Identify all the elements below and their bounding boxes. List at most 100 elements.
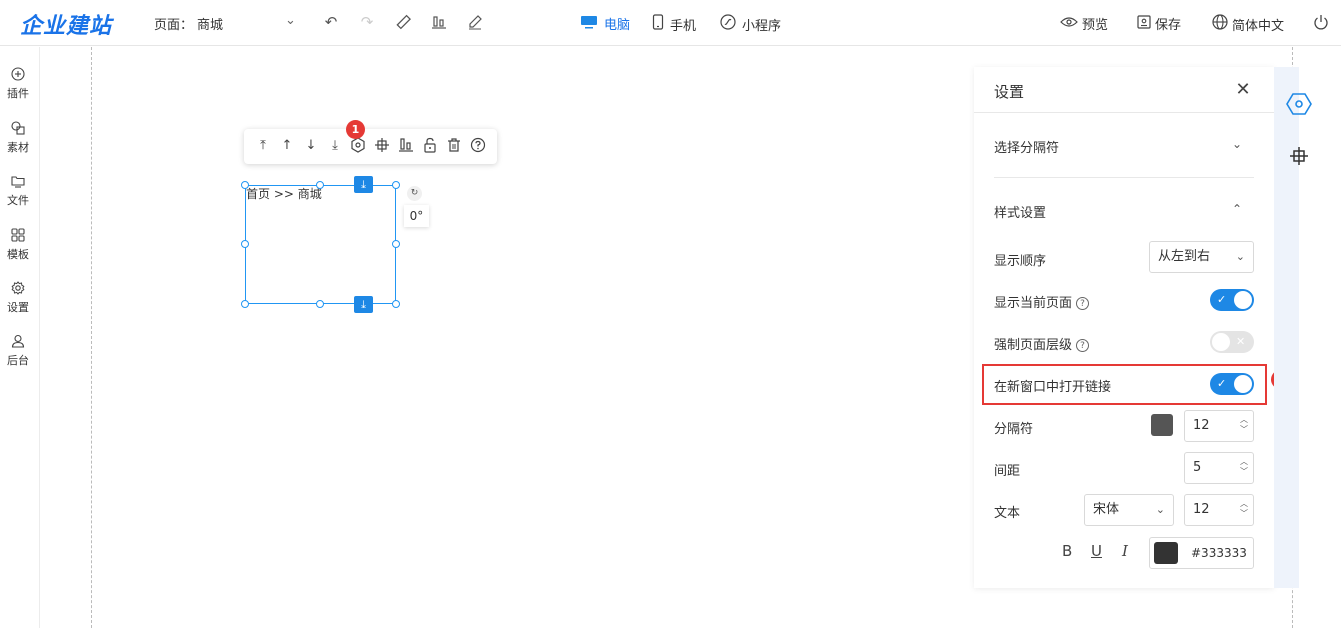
stepper-arrows-icon[interactable]: ︿ ﹀ [1240, 499, 1248, 519]
chevron-down-icon: ⌄ [1155, 503, 1165, 516]
section-style-header[interactable]: 样式设置 [994, 202, 1046, 221]
force-level-text: 强制页面层级 [994, 338, 1073, 353]
save-button[interactable]: 保存 [1137, 14, 1181, 33]
resize-handle-tr[interactable] [392, 181, 400, 189]
separator-size-stepper[interactable]: 12 ︿ ﹀ [1184, 410, 1254, 442]
sidebar-item-materials[interactable]: 素材 [0, 121, 36, 155]
section-separator-header[interactable]: 选择分隔符 [994, 137, 1059, 156]
move-top-icon[interactable]: ⤒ [254, 137, 272, 155]
user-icon [0, 334, 36, 352]
power-icon[interactable] [1311, 12, 1331, 32]
plus-circle-icon [0, 67, 36, 85]
sidebar-item-label: 设置 [7, 301, 29, 314]
left-sidebar: 插件 素材 文件 模板 设置 后台 [0, 47, 40, 628]
sidebar-item-backend[interactable]: 后台 [0, 334, 36, 368]
toggle-knob [1212, 333, 1230, 351]
preview-button[interactable]: 预览 [1060, 14, 1108, 33]
close-icon[interactable]: ✕ [1233, 79, 1253, 100]
move-bottom-icon[interactable]: ⤓ [326, 137, 344, 155]
language-button[interactable]: 简体中文 [1212, 14, 1284, 34]
resize-handle-t[interactable] [316, 181, 324, 189]
position-icon[interactable] [1289, 146, 1309, 171]
chevron-down-icon[interactable]: ⌄ [285, 13, 296, 28]
spacing-stepper[interactable]: 5 ︿ ﹀ [1184, 452, 1254, 484]
separator-size-value: 12 [1193, 418, 1210, 433]
resize-handle-b[interactable] [316, 300, 324, 308]
show-current-toggle[interactable]: ✓ [1210, 289, 1254, 311]
sidebar-item-label: 素材 [7, 141, 29, 154]
page-select-value: 商城 [197, 18, 224, 33]
preview-label: 预览 [1082, 18, 1109, 33]
resize-handle-l[interactable] [241, 240, 249, 248]
chevron-up-icon[interactable]: ⌃ [1232, 202, 1242, 216]
help-icon[interactable]: ? [1076, 297, 1090, 310]
app-logo: 企业建站 [20, 14, 113, 39]
unlock-icon[interactable] [421, 137, 439, 155]
page-select-label: 页面： [154, 18, 194, 33]
check-icon: ✓ [1217, 293, 1227, 306]
sidebar-item-label: 后台 [7, 354, 29, 367]
ruler-icon[interactable] [393, 12, 413, 32]
sidebar-item-files[interactable]: 文件 [0, 174, 36, 208]
force-level-toggle[interactable]: ✕ [1210, 331, 1254, 353]
help-icon[interactable] [469, 137, 487, 155]
trash-icon[interactable] [445, 137, 463, 155]
show-current-label: 显示当前页面? [994, 292, 1090, 311]
chevron-down-icon[interactable]: ⌄ [1232, 137, 1242, 151]
device-desktop[interactable]: 电脑 [580, 14, 630, 33]
text-label: 文本 [994, 506, 1021, 521]
device-mobile[interactable]: 手机 [652, 14, 696, 34]
bold-button[interactable]: B [1062, 542, 1072, 560]
move-down-icon[interactable]: ↓ [302, 137, 320, 155]
rotation-angle: 0° [404, 205, 429, 227]
underline-button[interactable]: U [1091, 542, 1102, 560]
undo-icon[interactable]: ↶ [321, 12, 341, 32]
stepper-arrows-icon[interactable]: ︿ ﹀ [1240, 415, 1248, 435]
move-up-icon[interactable]: ↑ [278, 137, 296, 155]
sidebar-item-settings[interactable]: 设置 [0, 281, 36, 315]
sidebar-item-plugins[interactable]: 插件 [0, 67, 36, 101]
italic-button[interactable]: I [1122, 542, 1128, 560]
rotate-icon[interactable]: ↻ [407, 186, 422, 201]
force-level-label: 强制页面层级? [994, 334, 1090, 353]
position-icon[interactable] [373, 137, 391, 155]
settings-hex-icon[interactable] [1286, 92, 1312, 121]
page-select[interactable]: 页面： 商城 [154, 14, 223, 33]
resize-handle-bl[interactable] [241, 300, 249, 308]
insert-above-icon[interactable]: ⤓ [354, 176, 373, 193]
resize-handle-tl[interactable] [241, 181, 249, 189]
align-bottom-icon[interactable] [429, 12, 449, 32]
font-select[interactable]: 宋体 ⌄ [1084, 494, 1174, 526]
spacing-value: 5 [1193, 460, 1202, 475]
resize-handle-r[interactable] [392, 240, 400, 248]
insert-below-icon[interactable]: ⤓ [354, 296, 373, 313]
highlight-box [982, 364, 1267, 405]
monitor-icon [580, 15, 598, 33]
font-size-stepper[interactable]: 12 ︿ ﹀ [1184, 494, 1254, 526]
show-current-text: 显示当前页面 [994, 296, 1073, 311]
align-icon[interactable] [397, 137, 415, 155]
text-color-swatch[interactable] [1154, 542, 1178, 564]
stepper-arrows-icon[interactable]: ︿ ﹀ [1240, 457, 1248, 477]
settings-hex-icon[interactable] [349, 137, 367, 155]
edit-icon[interactable] [465, 12, 485, 32]
font-value: 宋体 [1093, 502, 1120, 517]
canvas-guide-left [91, 47, 92, 628]
display-order-select[interactable]: 从左到右 ⌄ [1149, 241, 1254, 273]
selected-element-frame[interactable] [245, 185, 396, 304]
device-miniprogram[interactable]: 小程序 [720, 14, 781, 34]
sidebar-item-templates[interactable]: 模板 [0, 228, 36, 262]
separator-color-swatch[interactable] [1151, 414, 1173, 436]
divider [994, 177, 1254, 178]
redo-icon[interactable]: ↷ [357, 12, 377, 32]
eye-icon [1060, 16, 1078, 32]
chevron-down-icon: ⌄ [1235, 250, 1245, 263]
text-color-field[interactable]: #333333 [1149, 537, 1254, 569]
sidebar-item-label: 模板 [7, 248, 29, 261]
help-icon[interactable]: ? [1076, 339, 1090, 352]
top-bar: 企业建站 页面： 商城 ⌄ ↶ ↷ 电脑 手机 小程序 预览 保存 简体中文 [0, 0, 1341, 46]
language-label: 简体中文 [1232, 18, 1285, 34]
breadcrumb-element[interactable]: 首页 >> 商城 [246, 185, 322, 202]
phone-icon [652, 14, 664, 34]
resize-handle-br[interactable] [392, 300, 400, 308]
